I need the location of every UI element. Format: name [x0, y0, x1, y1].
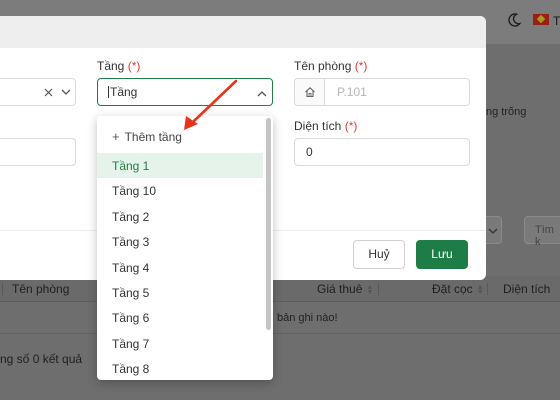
sort-icon: ▲ ▼ [476, 283, 484, 296]
floor-option[interactable]: Tầng 6 [97, 305, 263, 330]
column-deposit[interactable]: Đặt cọc ▲ ▼ [432, 282, 484, 296]
required-mark: (*) [127, 59, 141, 73]
floor-option[interactable]: Tầng 4 [97, 255, 263, 280]
column-area[interactable]: Diện tích [503, 282, 550, 296]
floor-label-text: Tầng [97, 59, 125, 73]
sort-icon: ▲ ▼ [366, 283, 374, 296]
floor-dropdown: + Thêm tầng Tầng 1 Tầng 10 Tầng 2 Tầng 3 Tầng… [97, 116, 273, 380]
column-divider [378, 283, 379, 295]
dropdown-scrollbar[interactable] [266, 118, 271, 330]
column-divider [2, 283, 3, 295]
close-icon[interactable] [44, 88, 53, 97]
add-floor-button[interactable]: + Thêm tầng [97, 122, 263, 150]
language-label[interactable]: T [553, 14, 560, 28]
floor-option[interactable]: Tầng 5 [97, 280, 263, 305]
column-room-name[interactable]: Tên phòng [12, 282, 69, 296]
room-name-addon [295, 79, 325, 105]
empty-room-filter-label: ng trống [486, 106, 527, 118]
room-name-placeholder: P.101 [337, 85, 367, 99]
save-button[interactable]: Lưu [416, 240, 468, 269]
left-input[interactable] [0, 138, 76, 166]
room-name-label: Tên phòng (*) [294, 59, 367, 73]
column-divider [487, 283, 488, 295]
floor-label: Tầng (*) [97, 59, 140, 73]
total-results-text: ng số 0 kết quả [0, 352, 83, 366]
chevron-down-icon [488, 228, 498, 234]
floor-option[interactable]: Tầng 1 [97, 153, 263, 179]
floor-select-text: Tầng [110, 85, 138, 99]
plus-icon: + [112, 129, 120, 144]
column-rent-label: Giá thuê [317, 282, 363, 296]
area-input[interactable]: 0 [294, 138, 470, 166]
floor-select[interactable]: Tầng [97, 78, 273, 106]
home-icon [305, 87, 315, 98]
no-data-text: bản ghi nào! [277, 312, 338, 324]
add-floor-label: Thêm tầng [124, 130, 182, 144]
area-input-value: 0 [306, 145, 313, 159]
vietnam-flag-icon[interactable] [533, 14, 549, 25]
filter-select[interactable] [486, 216, 502, 244]
floor-option-list: Tầng 1 Tầng 10 Tầng 2 Tầng 3 Tầng 4 Tầng 5 Tần… [97, 153, 263, 380]
area-label: Diện tích (*) [294, 119, 357, 133]
text-caret [108, 86, 109, 98]
chevron-down-icon [61, 89, 71, 95]
dark-mode-icon[interactable] [506, 12, 522, 28]
search-input[interactable]: Tìm k [524, 216, 560, 248]
required-mark: (*) [344, 119, 358, 133]
room-name-label-text: Tên phòng [294, 59, 352, 73]
floor-option[interactable]: Tầng 3 [97, 229, 263, 254]
floor-option[interactable]: Tầng 8 [97, 356, 263, 380]
floor-option[interactable]: Tầng 10 [97, 178, 263, 203]
floor-option[interactable]: Tầng 2 [97, 204, 263, 229]
cancel-button[interactable]: Huỷ [353, 240, 405, 269]
floor-option[interactable]: Tầng 7 [97, 331, 263, 356]
column-rent[interactable]: Giá thuê ▲ ▼ [317, 282, 373, 296]
area-label-text: Diện tích [294, 119, 342, 133]
column-deposit-label: Đặt cọc [432, 282, 473, 296]
floor-select-value: Tầng [108, 85, 137, 99]
required-mark: (*) [354, 59, 368, 73]
chevron-up-icon [257, 91, 267, 97]
building-select[interactable] [0, 78, 76, 106]
room-name-input[interactable]: P.101 [294, 78, 470, 106]
modal-header [0, 16, 486, 48]
